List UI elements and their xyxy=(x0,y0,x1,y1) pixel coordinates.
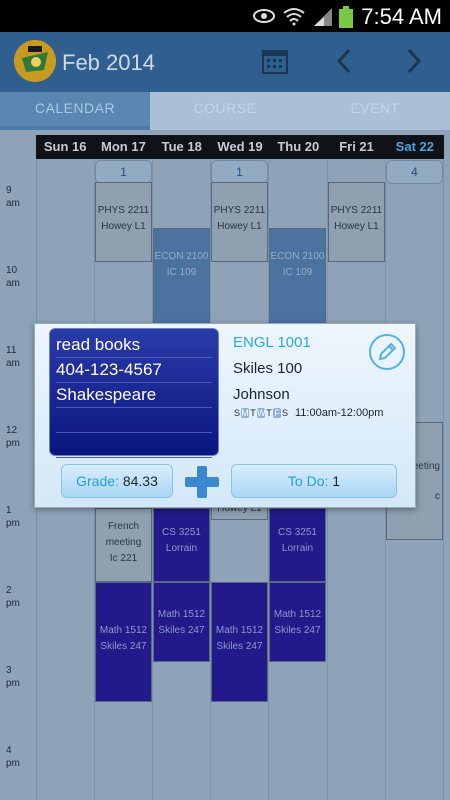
note-line: Shakespeare xyxy=(56,383,212,408)
signal-icon xyxy=(312,6,334,31)
day-header-row: Sun 16 Mon 17 Tue 18 Wed 19 Thu 20 Fri 2… xyxy=(36,135,444,159)
tab-bar: CALENDAR COURSE EVENT xyxy=(0,92,450,130)
time-column: 9 am 10 am 11 am 12 pm 1 pm 2 pm 3 pm 4 pm xyxy=(0,160,36,800)
day-header[interactable]: Mon 17 xyxy=(94,135,152,159)
event-count-badge[interactable]: 1 xyxy=(95,160,152,184)
weekday-thu: T xyxy=(266,408,272,418)
course-schedule: S M T W T F S 11:00am-12:00pm xyxy=(233,407,383,419)
course-professor: Johnson xyxy=(233,386,290,403)
app-bar: Feb 2014 xyxy=(0,32,450,92)
course-code: ENGL 1001 xyxy=(233,334,311,351)
battery-icon xyxy=(338,6,354,33)
tab-calendar[interactable]: CALENDAR xyxy=(0,92,150,130)
event-block[interactable]: Math 1512 Skiles 247 xyxy=(269,582,326,662)
notes-card[interactable]: read books 404-123-4567 Shakespeare xyxy=(49,328,219,458)
note-line xyxy=(56,433,212,458)
weekday-wed: W xyxy=(257,408,266,418)
todo-button[interactable]: To Do: 1 xyxy=(231,464,397,498)
course-time: 11:00am-12:00pm xyxy=(295,407,384,419)
hour-label: 11 am xyxy=(6,345,20,369)
pencil-icon xyxy=(371,342,403,372)
edit-button[interactable] xyxy=(369,334,405,370)
hour-label: 1 pm xyxy=(6,505,20,529)
day-header[interactable]: Tue 18 xyxy=(153,135,211,159)
event-count-badge[interactable]: 4 xyxy=(386,160,443,184)
hour-label: 4 pm xyxy=(6,745,20,769)
tab-course[interactable]: COURSE xyxy=(150,92,300,130)
weekday-fri: F xyxy=(273,408,281,418)
course-detail-dialog: read books 404-123-4567 Shakespeare ENGL… xyxy=(34,323,416,508)
hour-label: 3 pm xyxy=(6,665,20,689)
note-line: 404-123-4567 xyxy=(56,358,212,383)
app-logo-icon[interactable] xyxy=(14,40,56,82)
event-block[interactable]: French meeting Ic 221 xyxy=(95,508,152,582)
chevron-left-icon[interactable] xyxy=(334,46,354,81)
hour-label: 9 am xyxy=(6,185,20,209)
event-block[interactable]: ECON 2100 IC 109 xyxy=(153,228,210,328)
tab-event[interactable]: EVENT xyxy=(300,92,450,130)
weekday-sat: S xyxy=(281,408,288,418)
note-line xyxy=(56,408,212,433)
month-title: Feb 2014 xyxy=(62,50,155,75)
chevron-right-icon[interactable] xyxy=(404,46,424,81)
course-room: Skiles 100 xyxy=(233,360,303,377)
weekday-mon: M xyxy=(241,408,249,418)
day-header[interactable]: Sat 22 xyxy=(386,135,444,159)
event-block[interactable]: CS 3251 Lorrain xyxy=(269,508,326,582)
hour-label: 10 am xyxy=(6,265,20,289)
hour-label: 2 pm xyxy=(6,585,20,609)
calendar-icon[interactable] xyxy=(260,46,290,81)
event-block[interactable]: Math 1512 Skiles 247 xyxy=(211,582,268,702)
event-block[interactable]: PHYS 2211 Howey L1 xyxy=(328,182,385,262)
eye-icon xyxy=(252,6,276,31)
note-line: read books xyxy=(56,333,212,358)
event-block[interactable]: CS 3251 Lorrain xyxy=(153,508,210,582)
event-block[interactable]: Math 1512 Skiles 247 xyxy=(153,582,210,662)
hour-label: 12 pm xyxy=(6,425,20,449)
weekday-tue: T xyxy=(250,408,256,418)
day-header[interactable]: Sun 16 xyxy=(36,135,94,159)
weekday-sun: S xyxy=(233,408,240,418)
event-block[interactable]: PHYS 2211 Howey L1 xyxy=(95,182,152,262)
course-info: ENGL 1001 Skiles 100 Johnson S M T W T F… xyxy=(233,334,383,419)
wifi-icon xyxy=(282,6,306,31)
status-time: 7:54 AM xyxy=(361,4,442,29)
event-block[interactable]: Math 1512 Skiles 247 xyxy=(95,582,152,702)
event-block[interactable]: PHYS 2211 Howey L1 xyxy=(211,182,268,262)
add-icon[interactable] xyxy=(184,466,220,498)
event-count-badge[interactable]: 1 xyxy=(211,160,268,184)
status-bar: 7:54 AM xyxy=(0,0,450,32)
day-header[interactable]: Wed 19 xyxy=(211,135,269,159)
day-header[interactable]: Thu 20 xyxy=(269,135,327,159)
event-block[interactable]: ECON 2100 IC 109 xyxy=(269,228,326,328)
grade-button[interactable]: Grade: 84.33 xyxy=(61,464,173,498)
day-header[interactable]: Fri 21 xyxy=(327,135,385,159)
